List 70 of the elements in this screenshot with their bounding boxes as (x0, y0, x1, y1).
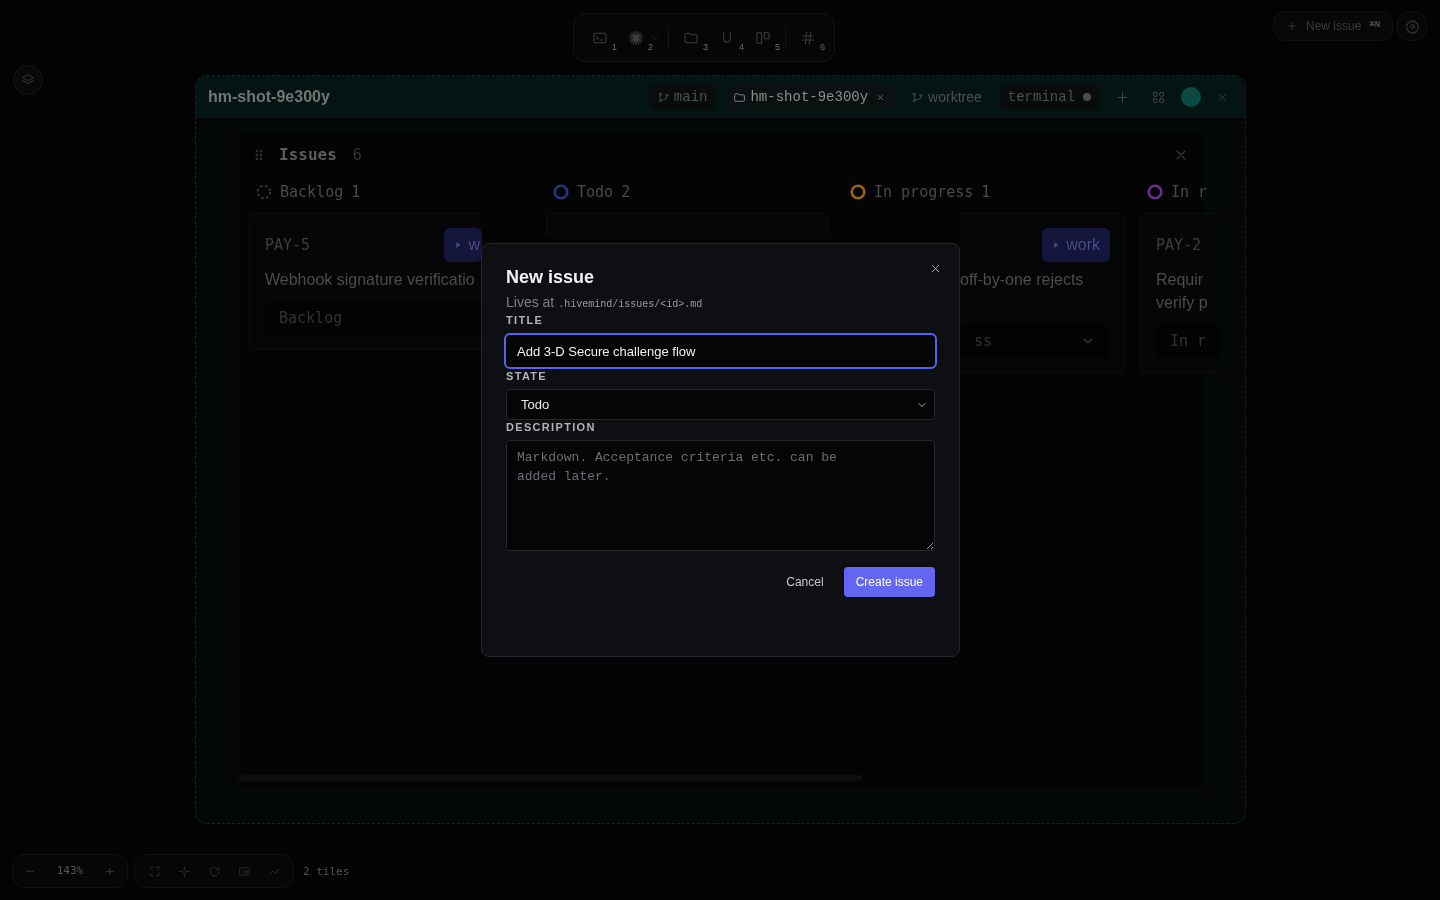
issue-title: off-by-one rejects (960, 270, 1085, 290)
branch-icon (656, 90, 670, 104)
shortcut-key: ⌘N (1369, 19, 1381, 33)
branch-icon (911, 90, 925, 104)
shortcut-number: 1 (612, 41, 617, 54)
settings-icon (1404, 18, 1420, 34)
window-tab[interactable]: hm-shot-9e300y (725, 84, 894, 110)
avatar (1181, 87, 1201, 107)
plus-icon (1114, 89, 1130, 105)
issue-title: Requir (1156, 270, 1205, 290)
zoom-in-button[interactable]: + (101, 859, 119, 883)
description-field[interactable]: Markdown. Acceptance criteria etc. can be added later. (506, 440, 935, 551)
folder-icon (733, 90, 747, 104)
shortcut-number: 6 (820, 41, 825, 54)
tool-button[interactable]: 2 (618, 19, 654, 56)
shortcut-number: 2 (648, 41, 653, 54)
hash-icon (800, 29, 816, 46)
fit-view-icon (147, 864, 161, 878)
column-count: 1 (981, 181, 991, 203)
issue-title: Webhook signature verificatio (265, 270, 476, 290)
dialog-subtitle: Lives at (506, 293, 555, 312)
column-title: Todo (577, 181, 614, 203)
play-icon (454, 241, 463, 249)
shortcut-number: 3 (703, 41, 708, 54)
column-count: 2 (621, 181, 631, 203)
zoom-out-button[interactable]: − (21, 859, 39, 883)
layers-button[interactable] (13, 65, 43, 95)
refresh-icon (207, 864, 221, 878)
issue-id: PAY-2 (1156, 234, 1202, 256)
layers-icon (21, 73, 35, 87)
issue-id: PAY-5 (265, 234, 311, 256)
column-title: In progress (874, 181, 974, 203)
title-input[interactable]: Add 3-D Secure challenge flow (504, 333, 937, 369)
field-label: DESCRIPTION (506, 420, 597, 434)
close-icon (1216, 91, 1228, 103)
work-button[interactable]: w (444, 228, 482, 262)
create-issue-button[interactable]: Create issue (843, 567, 935, 597)
window-tab[interactable]: terminal (999, 84, 1099, 110)
tool-button[interactable]: 4 (709, 19, 745, 56)
center-icon (177, 864, 191, 878)
tool-button[interactable]: 5 (745, 19, 781, 56)
work-button[interactable]: work (1042, 228, 1110, 262)
shortcut-number: 4 (739, 41, 744, 54)
window-tab[interactable]: worktree (903, 84, 990, 110)
settings-button[interactable] (1397, 11, 1427, 41)
zoom-level: 143% (56, 862, 84, 879)
board-icon (755, 29, 771, 46)
field-label: TITLE (506, 313, 545, 327)
window-tab[interactable]: main (648, 84, 716, 110)
field-label: STATE (506, 369, 549, 383)
window-title: hm-shot-9e300y (208, 87, 330, 107)
column-count: 1 (351, 181, 361, 203)
state-select[interactable]: Todo (506, 389, 935, 420)
panel-title: Issues (279, 144, 337, 166)
minimap-icon (237, 864, 251, 878)
tool-button[interactable]: 1 (582, 19, 618, 56)
dialog-title: New issue (506, 266, 596, 288)
tile-count: 2 tiles (303, 864, 350, 880)
file-path: .hivemind/issues/<id>.md (558, 298, 703, 312)
shortcut-number: 5 (775, 41, 780, 54)
play-icon (1052, 241, 1061, 249)
column-title: In r (1171, 181, 1208, 203)
cancel-button[interactable]: Cancel (776, 567, 834, 597)
sparkle-icon (628, 29, 644, 46)
issue-title: verify p (1156, 293, 1209, 313)
plus-icon (1286, 20, 1298, 32)
tool-button[interactable]: 3 (673, 19, 709, 56)
tool-button[interactable]: 6 (790, 19, 826, 56)
column-title: Backlog (280, 181, 344, 203)
grid-icon (1150, 89, 1166, 105)
